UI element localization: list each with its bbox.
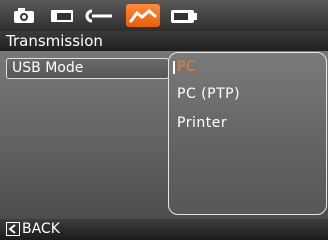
tab-connection[interactable] — [126, 4, 160, 27]
connection-icon — [129, 9, 157, 23]
option-pc-ptp[interactable]: PC (PTP) — [177, 86, 240, 102]
camera-icon — [14, 8, 34, 23]
key-icon — [85, 9, 112, 23]
option-printer[interactable]: Printer — [177, 115, 227, 131]
tab-battery[interactable] — [166, 4, 200, 27]
battery-icon — [171, 10, 197, 23]
screen-icon — [51, 10, 73, 22]
selection-cursor — [173, 61, 175, 74]
footer-bar: BACK — [0, 219, 328, 240]
tab-settings[interactable] — [84, 4, 118, 27]
usb-mode-label: USB Mode — [12, 60, 84, 76]
menu-tab-bar — [0, 0, 328, 31]
section-header: Transmission — [0, 31, 328, 51]
tab-camera[interactable] — [7, 4, 41, 27]
usb-mode-setting[interactable]: USB Mode — [6, 58, 169, 79]
option-pc[interactable]: PC — [177, 59, 196, 75]
back-icon[interactable] — [6, 222, 20, 236]
tab-display[interactable] — [45, 4, 79, 27]
back-label[interactable]: BACK — [22, 221, 60, 237]
usb-mode-options-popup: PC PC (PTP) Printer — [168, 52, 327, 215]
section-title: Transmission — [6, 32, 103, 50]
